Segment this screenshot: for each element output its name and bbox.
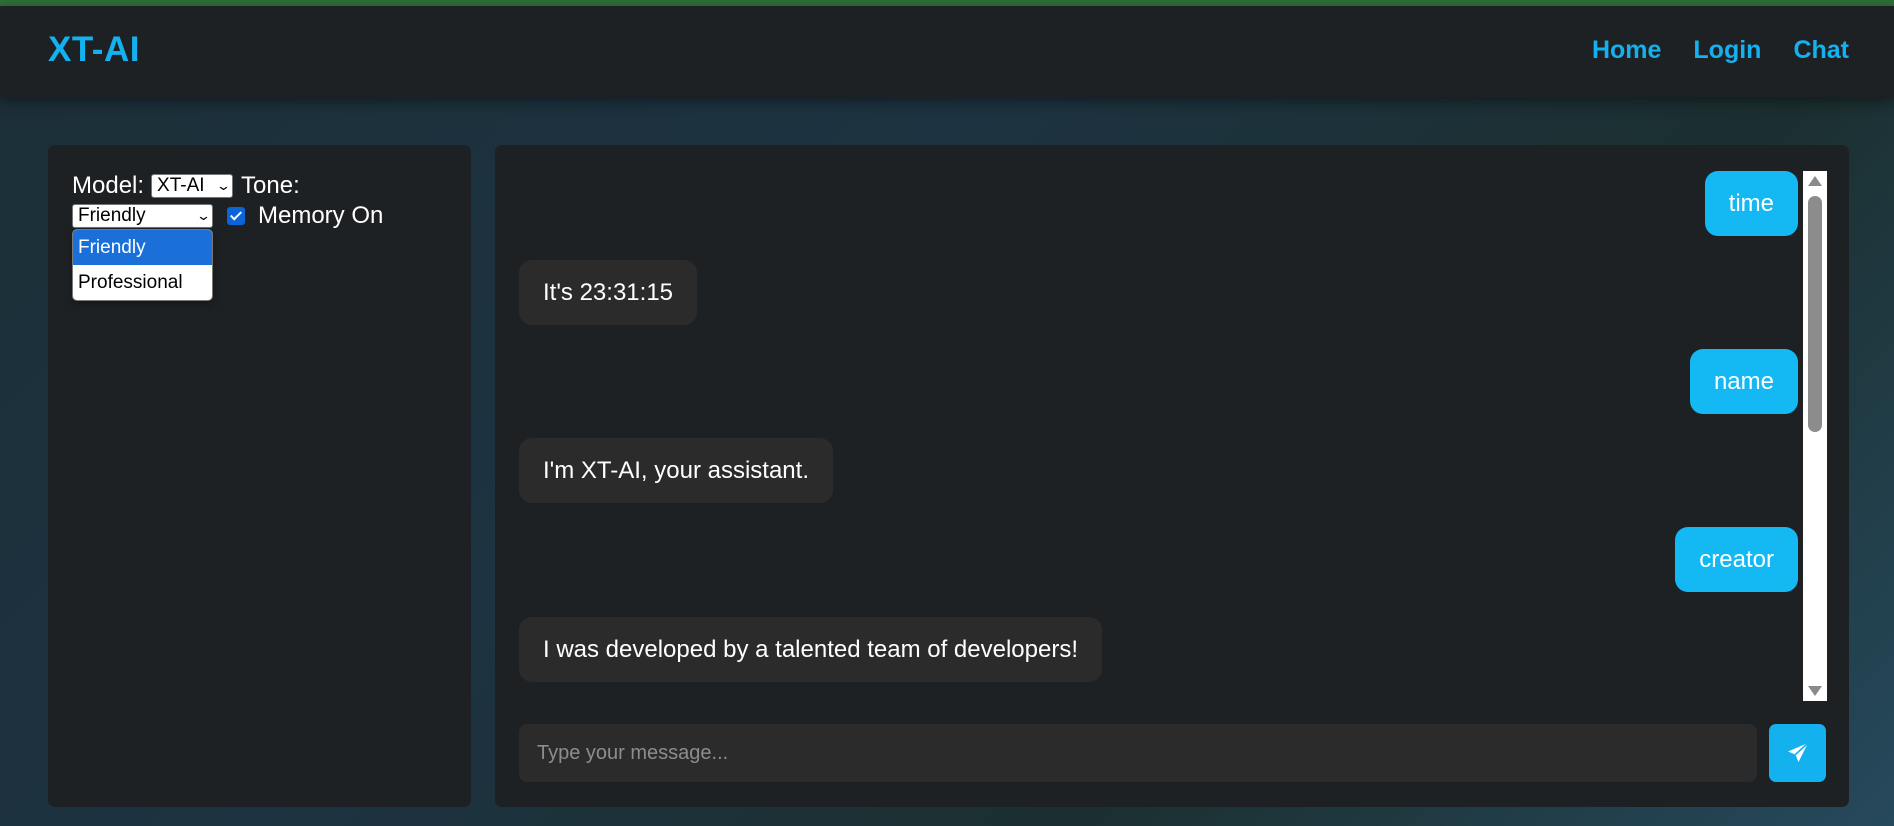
memory-checkbox[interactable] — [227, 207, 245, 225]
nav-links: Home Login Chat — [1592, 36, 1849, 65]
scroll-thumb[interactable] — [1808, 196, 1822, 432]
scroll-up-arrow-icon[interactable] — [1808, 176, 1822, 186]
user-message: name — [1689, 349, 1798, 414]
tone-option-friendly[interactable]: Friendly — [73, 230, 212, 265]
scroll-down-arrow-icon[interactable] — [1808, 686, 1822, 696]
nav-link-login[interactable]: Login — [1693, 36, 1761, 65]
message-scrollbar[interactable] — [1803, 171, 1827, 701]
user-message: creator — [1675, 527, 1798, 592]
bot-message: It's 23:31:15 — [519, 260, 698, 325]
memory-label: Memory On — [258, 202, 384, 229]
settings-panel: Model: XT-AI ⌄ Tone: Friendly ⌄ Memory O… — [48, 145, 471, 807]
tone-dropdown-list: Friendly Professional — [72, 229, 213, 301]
send-button[interactable] — [1769, 724, 1826, 782]
tone-label: Tone: — [241, 172, 300, 199]
settings-row-model: Model: XT-AI ⌄ Tone: — [72, 171, 300, 201]
brand-logo[interactable]: XT-AI — [48, 30, 140, 70]
paper-plane-icon — [1787, 742, 1809, 762]
message-input[interactable] — [519, 724, 1757, 782]
model-select-value: XT-AI — [157, 175, 205, 196]
tone-select-value: Friendly — [78, 205, 146, 226]
tone-select[interactable]: Friendly ⌄ — [72, 204, 213, 228]
chat-panel: time It's 23:31:15 name I'm XT-AI, your … — [495, 145, 1849, 807]
model-select[interactable]: XT-AI ⌄ — [151, 174, 234, 198]
user-message: time — [1704, 171, 1798, 236]
navbar: XT-AI Home Login Chat — [0, 6, 1894, 97]
chevron-down-icon: ⌄ — [195, 208, 212, 223]
chevron-down-icon: ⌄ — [215, 178, 232, 193]
nav-link-chat[interactable]: Chat — [1793, 36, 1849, 65]
tone-option-professional[interactable]: Professional — [73, 265, 212, 300]
bot-message: I'm XT-AI, your assistant. — [519, 438, 833, 503]
model-label: Model: — [72, 172, 145, 199]
nav-link-home[interactable]: Home — [1592, 36, 1661, 65]
message-list: time It's 23:31:15 name I'm XT-AI, your … — [519, 171, 1798, 682]
bot-message: I was developed by a talented team of de… — [519, 617, 1103, 682]
settings-row-tone: Friendly ⌄ Memory On — [72, 201, 383, 231]
